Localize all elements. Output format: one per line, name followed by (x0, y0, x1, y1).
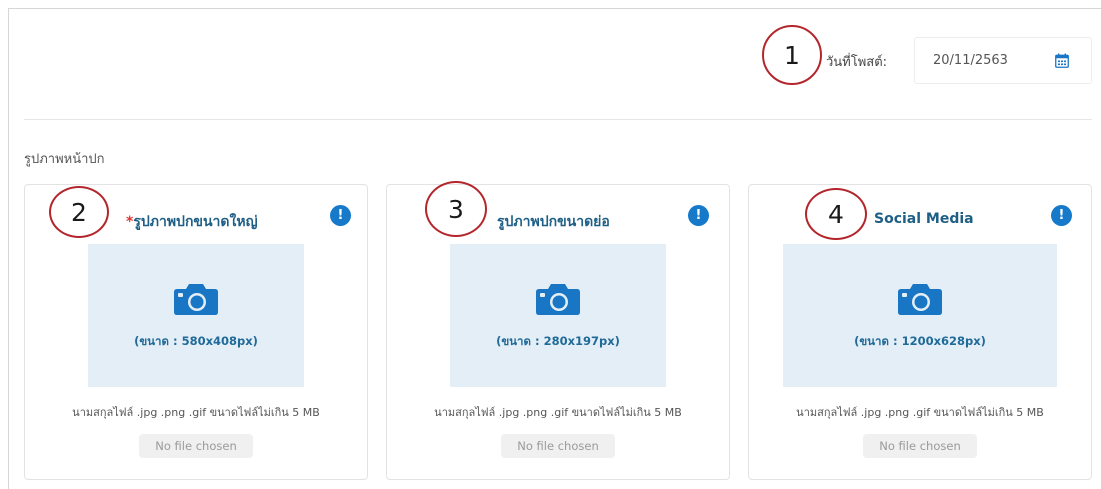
choose-file-button[interactable]: No file chosen (501, 434, 615, 458)
callout-3: 3 (425, 181, 487, 237)
card-title-text: รูปภาพปกขนาดย่อ (497, 214, 610, 230)
section-divider (24, 119, 1092, 120)
file-hint-text: นามสกุลไฟล์ .jpg .png .gif ขนาดไฟล์ไม่เก… (796, 406, 1044, 419)
choose-file-button[interactable]: No file chosen (863, 434, 977, 458)
image-drop-zone[interactable]: (ขนาด : 1200x628px) (783, 244, 1057, 387)
image-drop-zone[interactable]: (ขนาด : 280x197px) (450, 244, 666, 387)
image-size-text: (ขนาด : 1200x628px) (854, 334, 986, 348)
file-hint-text: นามสกุลไฟล์ .jpg .png .gif ขนาดไฟล์ไม่เก… (434, 406, 682, 419)
camera-icon (174, 284, 218, 315)
image-size-text: (ขนาด : 580x408px) (134, 334, 258, 348)
card-title: *รูปภาพปกขนาดใหญ่ (126, 211, 258, 233)
post-date-input[interactable]: 20/11/2563 (914, 37, 1092, 84)
post-date-value: 20/11/2563 (933, 53, 1008, 68)
camera-icon (536, 284, 580, 315)
info-icon[interactable]: ! (1051, 205, 1072, 226)
social-media-image-card: Social Media ! (ขนาด : 1200x628px) นามสก… (748, 184, 1092, 480)
post-date-label: วันที่โพสต์: (826, 55, 888, 70)
card-title-text: Social Media (874, 211, 974, 227)
camera-icon (898, 284, 942, 315)
callout-2: 2 (49, 186, 109, 238)
info-icon[interactable]: ! (688, 205, 709, 226)
calendar-icon[interactable] (1055, 53, 1069, 68)
image-drop-zone[interactable]: (ขนาด : 580x408px) (88, 244, 304, 387)
card-title: Social Media (874, 211, 974, 227)
image-size-text: (ขนาด : 280x197px) (496, 334, 620, 348)
cover-image-section-title: รูปภาพหน้าปก (24, 152, 105, 167)
info-icon[interactable]: ! (330, 205, 351, 226)
callout-1: 1 (762, 25, 822, 85)
callout-4: 4 (805, 188, 867, 240)
card-title: รูปภาพปกขนาดย่อ (497, 211, 610, 233)
file-hint-text: นามสกุลไฟล์ .jpg .png .gif ขนาดไฟล์ไม่เก… (72, 406, 320, 419)
card-title-text: รูปภาพปกขนาดใหญ่ (133, 214, 258, 230)
choose-file-button[interactable]: No file chosen (139, 434, 253, 458)
